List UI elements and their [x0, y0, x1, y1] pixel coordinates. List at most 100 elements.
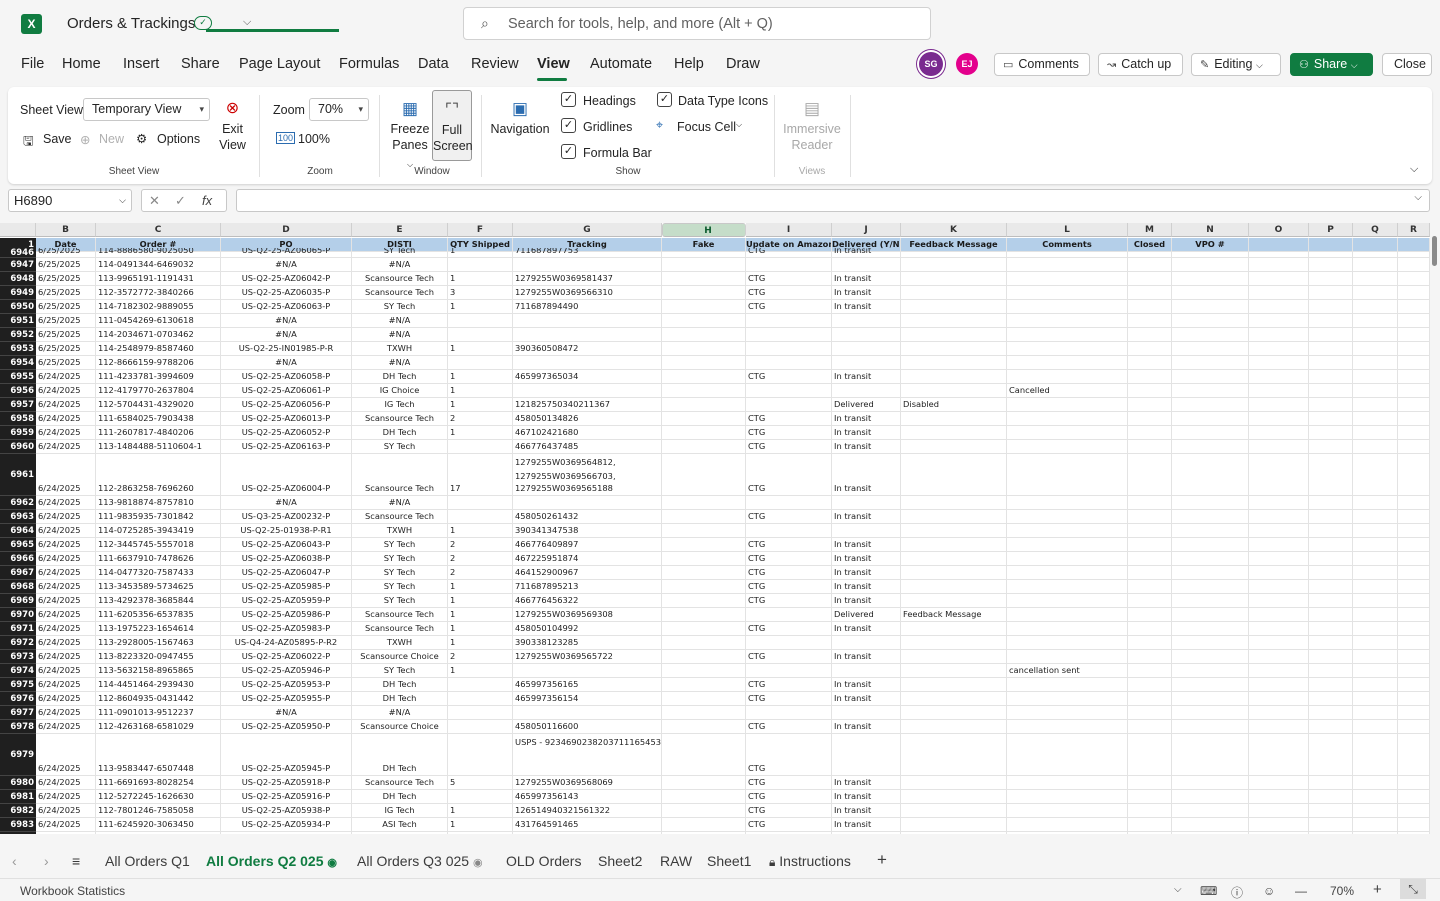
- cell-b[interactable]: 6/24/2025: [36, 818, 96, 832]
- cell-e[interactable]: #N/A: [352, 314, 448, 328]
- cell-d[interactable]: US-Q2-25-AZ06035-P: [221, 286, 352, 300]
- cell-q[interactable]: [1353, 734, 1398, 776]
- cell-n[interactable]: [1172, 538, 1249, 552]
- row-number[interactable]: 6959: [0, 426, 36, 440]
- cell-f[interactable]: [448, 734, 513, 776]
- cell-i[interactable]: [746, 398, 832, 412]
- cell-f[interactable]: 2: [448, 538, 513, 552]
- column-header-g[interactable]: G: [513, 223, 662, 237]
- cell-i[interactable]: CTG: [746, 692, 832, 706]
- cell-d[interactable]: US-Q2-25-AZ05934-P: [221, 818, 352, 832]
- cell-b[interactable]: 6/25/2025: [36, 342, 96, 356]
- cell-j[interactable]: In transit: [832, 790, 901, 804]
- cell-k[interactable]: [901, 636, 1007, 650]
- cell-f[interactable]: 1: [448, 398, 513, 412]
- cell-n[interactable]: [1172, 300, 1249, 314]
- cell-p[interactable]: [1309, 426, 1353, 440]
- cell-h[interactable]: [662, 510, 746, 524]
- cell-m[interactable]: [1128, 426, 1172, 440]
- cell-o[interactable]: [1249, 328, 1309, 342]
- cell-q[interactable]: [1353, 496, 1398, 510]
- cell-j[interactable]: [832, 258, 901, 272]
- cell-e[interactable]: SY Tech: [352, 538, 448, 552]
- zoom-in-icon[interactable]: +: [1373, 881, 1382, 898]
- cell-c[interactable]: 113-9583447-6507448: [96, 734, 221, 776]
- cell-f[interactable]: 1: [448, 622, 513, 636]
- cell-l[interactable]: [1007, 412, 1128, 426]
- column-header-o[interactable]: O: [1249, 223, 1309, 237]
- cell-l[interactable]: [1007, 566, 1128, 580]
- cell-g[interactable]: [513, 314, 662, 328]
- cell-j[interactable]: In transit: [832, 594, 901, 608]
- cell-h[interactable]: [662, 650, 746, 664]
- tab-all-orders-q1[interactable]: All Orders Q1: [105, 853, 190, 869]
- cell-r[interactable]: [1398, 248, 1430, 258]
- cell-p[interactable]: [1309, 608, 1353, 622]
- cell-f[interactable]: [448, 510, 513, 524]
- row-number[interactable]: 6969: [0, 594, 36, 608]
- cell-g[interactable]: 711687897753: [513, 248, 662, 258]
- cell-d[interactable]: US-Q2-25-IN01985-P-R: [221, 342, 352, 356]
- cell-b[interactable]: 6/24/2025: [36, 776, 96, 790]
- cell-m[interactable]: [1128, 286, 1172, 300]
- cell-i[interactable]: CTG: [746, 720, 832, 734]
- cell-p[interactable]: [1309, 496, 1353, 510]
- cell-k[interactable]: [901, 496, 1007, 510]
- cell-q[interactable]: [1353, 678, 1398, 692]
- cell-j[interactable]: In transit: [832, 580, 901, 594]
- row-number[interactable]: 6970: [0, 608, 36, 622]
- cell-i[interactable]: CTG: [746, 272, 832, 286]
- cell-c[interactable]: 112-7801246-7585058: [96, 804, 221, 818]
- cell-d[interactable]: US-Q2-25-AZ05918-P: [221, 776, 352, 790]
- cell-f[interactable]: 1: [448, 248, 513, 258]
- cell-m[interactable]: [1128, 580, 1172, 594]
- cell-i[interactable]: [746, 524, 832, 538]
- cell-n[interactable]: [1172, 720, 1249, 734]
- cell-c[interactable]: 113-9965191-1191431: [96, 272, 221, 286]
- cell-i[interactable]: CTG: [746, 370, 832, 384]
- cell-g[interactable]: 466776437485: [513, 440, 662, 454]
- cell-p[interactable]: [1309, 734, 1353, 776]
- cell-m[interactable]: [1128, 454, 1172, 496]
- cell-b[interactable]: 6/25/2025: [36, 300, 96, 314]
- cell-o[interactable]: [1249, 496, 1309, 510]
- cell-e[interactable]: DH Tech: [352, 790, 448, 804]
- insert-function-icon[interactable]: fx: [202, 190, 212, 211]
- cell-l[interactable]: [1007, 510, 1128, 524]
- row-number[interactable]: 6954: [0, 356, 36, 370]
- cell-m[interactable]: [1128, 566, 1172, 580]
- cell-p[interactable]: [1309, 440, 1353, 454]
- name-box[interactable]: H6890 ⌵: [8, 189, 132, 212]
- cell-n[interactable]: [1172, 790, 1249, 804]
- cell-n[interactable]: [1172, 258, 1249, 272]
- cell-b[interactable]: 6/25/2025: [36, 356, 96, 370]
- cell-i[interactable]: CTG: [746, 510, 832, 524]
- cell-h[interactable]: [662, 524, 746, 538]
- cell-k[interactable]: [901, 412, 1007, 426]
- cell-l[interactable]: [1007, 804, 1128, 818]
- cell-k[interactable]: [901, 790, 1007, 804]
- menu-file[interactable]: File: [21, 56, 44, 72]
- menu-review[interactable]: Review: [471, 56, 519, 72]
- cell-o[interactable]: [1249, 790, 1309, 804]
- cell-b[interactable]: 6/24/2025: [36, 790, 96, 804]
- cell-j[interactable]: In transit: [832, 286, 901, 300]
- cell-d[interactable]: US-Q2-25-AZ05953-P: [221, 678, 352, 692]
- cell-m[interactable]: [1128, 804, 1172, 818]
- cell-c[interactable]: 112-5272245-1626630: [96, 790, 221, 804]
- cell-b[interactable]: 6/24/2025: [36, 636, 96, 650]
- cell-h[interactable]: [662, 692, 746, 706]
- cell-i[interactable]: CTG: [746, 566, 832, 580]
- cell-p[interactable]: [1309, 314, 1353, 328]
- exit-full-screen-icon[interactable]: ⤡: [1400, 879, 1426, 899]
- cell-q[interactable]: [1353, 552, 1398, 566]
- options-button[interactable]: Options: [157, 132, 200, 146]
- cell-m[interactable]: [1128, 552, 1172, 566]
- cell-k[interactable]: [901, 776, 1007, 790]
- cell-f[interactable]: 2: [448, 412, 513, 426]
- cell-f[interactable]: 1: [448, 636, 513, 650]
- cell-n[interactable]: [1172, 496, 1249, 510]
- cell-e[interactable]: #N/A: [352, 496, 448, 510]
- cell-k[interactable]: [901, 510, 1007, 524]
- cell-h[interactable]: [662, 720, 746, 734]
